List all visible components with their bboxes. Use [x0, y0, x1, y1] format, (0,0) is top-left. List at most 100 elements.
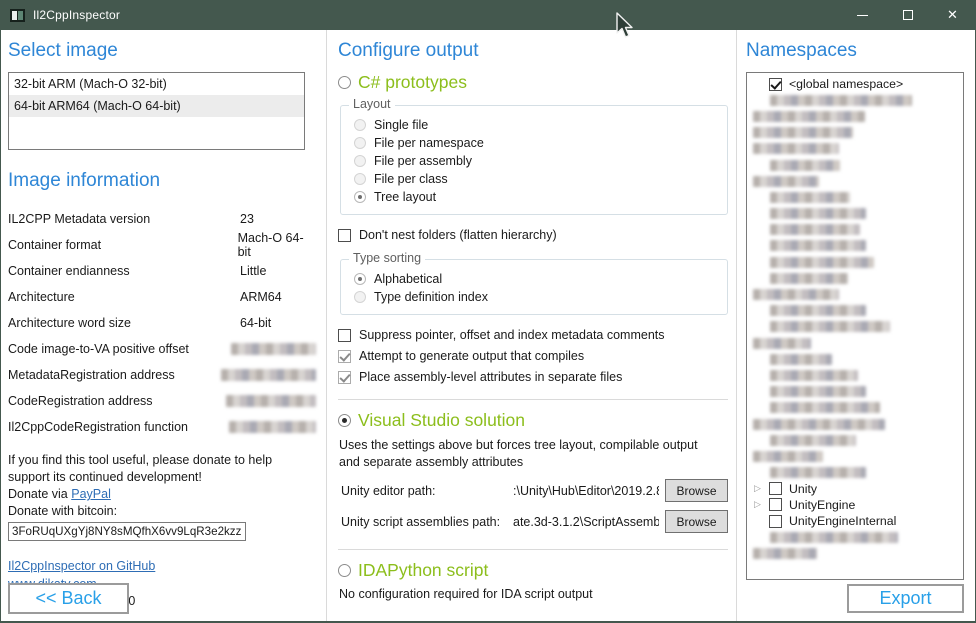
- redacted-namespace-row: [751, 400, 963, 416]
- redacted-value: [753, 338, 811, 349]
- redacted-value: [753, 176, 819, 187]
- redacted-value: [770, 240, 866, 251]
- visual-studio-label: Visual Studio solution: [358, 410, 525, 431]
- redacted-value: [753, 111, 865, 122]
- maximize-button[interactable]: [885, 0, 930, 30]
- csharp-radio-circle: [338, 76, 351, 89]
- checkbox-label: Suppress pointer, offset and index metad…: [359, 328, 665, 342]
- image-info-table: IL2CPP Metadata version23Container forma…: [8, 206, 316, 440]
- visual-studio-radio-circle: [338, 414, 351, 427]
- image-listbox[interactable]: 32-bit ARM (Mach-O 32-bit)64-bit ARM64 (…: [8, 72, 305, 150]
- paypal-link[interactable]: PayPal: [71, 487, 111, 501]
- namespace-item[interactable]: <global namespace>: [751, 76, 963, 92]
- radio-option[interactable]: Type definition index: [354, 288, 719, 306]
- namespace-checkbox[interactable]: [769, 482, 782, 495]
- csharp-prototypes-radio[interactable]: C# prototypes: [338, 72, 730, 93]
- idapython-description: No configuration required for IDA script…: [339, 587, 730, 601]
- namespace-checkbox[interactable]: [769, 515, 782, 528]
- redacted-value: [753, 143, 839, 154]
- visual-studio-description: Uses the settings above but forces tree …: [339, 437, 719, 471]
- radio-circle: [354, 173, 366, 185]
- redacted-value: [770, 224, 860, 235]
- redacted-value: [753, 127, 853, 138]
- image-information-header: Image information: [8, 170, 316, 192]
- redacted-value: [770, 370, 858, 381]
- visual-studio-radio[interactable]: Visual Studio solution: [338, 410, 730, 431]
- radio-option[interactable]: File per assembly: [354, 152, 719, 170]
- minimize-button[interactable]: [840, 0, 885, 30]
- output-checkbox[interactable]: Attempt to generate output that compiles: [338, 346, 730, 366]
- dont-nest-checkbox[interactable]: Don't nest folders (flatten hierarchy): [338, 225, 730, 245]
- type-sorting-groupbox: Type sorting AlphabeticalType definition…: [340, 259, 728, 315]
- divider: [338, 549, 728, 550]
- namespace-label: Unity: [789, 482, 817, 496]
- layout-options: Single file File per namespace File per as…: [349, 116, 719, 206]
- layout-caption: Layout: [349, 97, 395, 111]
- close-button[interactable]: ✕: [930, 0, 975, 30]
- radio-circle: [354, 119, 366, 131]
- expander-icon[interactable]: ▷: [751, 483, 769, 494]
- github-link[interactable]: Il2CppInspector on GitHub: [8, 559, 155, 573]
- redacted-value: [770, 435, 856, 446]
- info-label: CodeRegistration address: [8, 394, 226, 408]
- info-label: Architecture word size: [8, 316, 240, 330]
- radio-circle: [354, 137, 366, 149]
- expander-icon[interactable]: ▷: [751, 499, 769, 510]
- info-row: ArchitectureARM64: [8, 284, 316, 310]
- redacted-value: [770, 386, 866, 397]
- namespace-checkbox[interactable]: [769, 498, 782, 511]
- output-checkbox[interactable]: Suppress pointer, offset and index metad…: [338, 325, 730, 345]
- info-value: Little: [240, 264, 266, 278]
- checkbox-box: [338, 229, 351, 242]
- redacted-namespace-row: [751, 335, 963, 351]
- info-label: Container endianness: [8, 264, 240, 278]
- namespace-label: <global namespace>: [789, 77, 903, 91]
- unity-editor-path-label: Unity editor path:: [341, 484, 513, 498]
- radio-option[interactable]: Single file: [354, 116, 719, 134]
- radio-label: Type definition index: [374, 290, 488, 304]
- bitcoin-address-field[interactable]: [8, 522, 246, 541]
- redacted-namespace-row: [751, 351, 963, 367]
- image-list-item[interactable]: 32-bit ARM (Mach-O 32-bit): [9, 73, 304, 95]
- radio-circle: [354, 273, 366, 285]
- idapython-radio-circle: [338, 564, 351, 577]
- info-label: MetadataRegistration address: [8, 368, 221, 382]
- redacted-value: [753, 548, 817, 559]
- output-checkbox[interactable]: Place assembly-level attributes in separ…: [338, 367, 730, 387]
- namespace-checkbox[interactable]: [769, 78, 782, 91]
- namespace-item[interactable]: UnityEngineInternal: [751, 513, 963, 529]
- redacted-namespace-row: [751, 125, 963, 141]
- info-row: IL2CPP Metadata version23: [8, 206, 316, 232]
- redacted-namespace-row: [751, 141, 963, 157]
- radio-option[interactable]: File per namespace: [354, 134, 719, 152]
- title-bar: Il2CppInspector ✕: [1, 0, 975, 30]
- radio-option[interactable]: Tree layout: [354, 188, 719, 206]
- info-row: Container endiannessLittle: [8, 258, 316, 284]
- namespaces-tree[interactable]: <global namespace> ▷ Unity ▷ UnityEngine Unit…: [746, 72, 964, 580]
- redacted-namespace-row: [751, 384, 963, 400]
- radio-label: File per namespace: [374, 136, 484, 150]
- redacted-value: [770, 273, 848, 284]
- namespace-item[interactable]: ▷ UnityEngine: [751, 497, 963, 513]
- divider: [338, 399, 728, 400]
- redacted-value: [221, 369, 316, 381]
- redacted-namespace-row: [751, 108, 963, 124]
- export-button[interactable]: Export: [847, 584, 964, 613]
- info-label: Architecture: [8, 290, 240, 304]
- namespaces-header: Namespaces: [746, 40, 965, 62]
- back-button[interactable]: << Back: [8, 583, 129, 614]
- radio-option[interactable]: File per class: [354, 170, 719, 188]
- radio-option[interactable]: Alphabetical: [354, 270, 719, 288]
- redacted-namespace-row: [751, 529, 963, 545]
- unity-editor-path-value[interactable]: :\Unity\Hub\Editor\2019.2.8f1: [513, 484, 659, 498]
- unity-script-path-value[interactable]: ate.3d-3.1.2\ScriptAssemblies: [513, 515, 659, 529]
- idapython-radio[interactable]: IDAPython script: [338, 560, 730, 581]
- namespace-label: UnityEngine: [789, 498, 855, 512]
- select-image-panel: Select image 32-bit ARM (Mach-O 32-bit)6…: [1, 30, 327, 621]
- namespace-label: UnityEngineInternal: [789, 514, 896, 528]
- redacted-value: [770, 354, 832, 365]
- unity-editor-browse-button[interactable]: Browse: [665, 479, 728, 502]
- image-list-item[interactable]: 64-bit ARM64 (Mach-O 64-bit): [9, 95, 304, 117]
- namespace-item[interactable]: ▷ Unity: [751, 481, 963, 497]
- unity-script-browse-button[interactable]: Browse: [665, 510, 728, 533]
